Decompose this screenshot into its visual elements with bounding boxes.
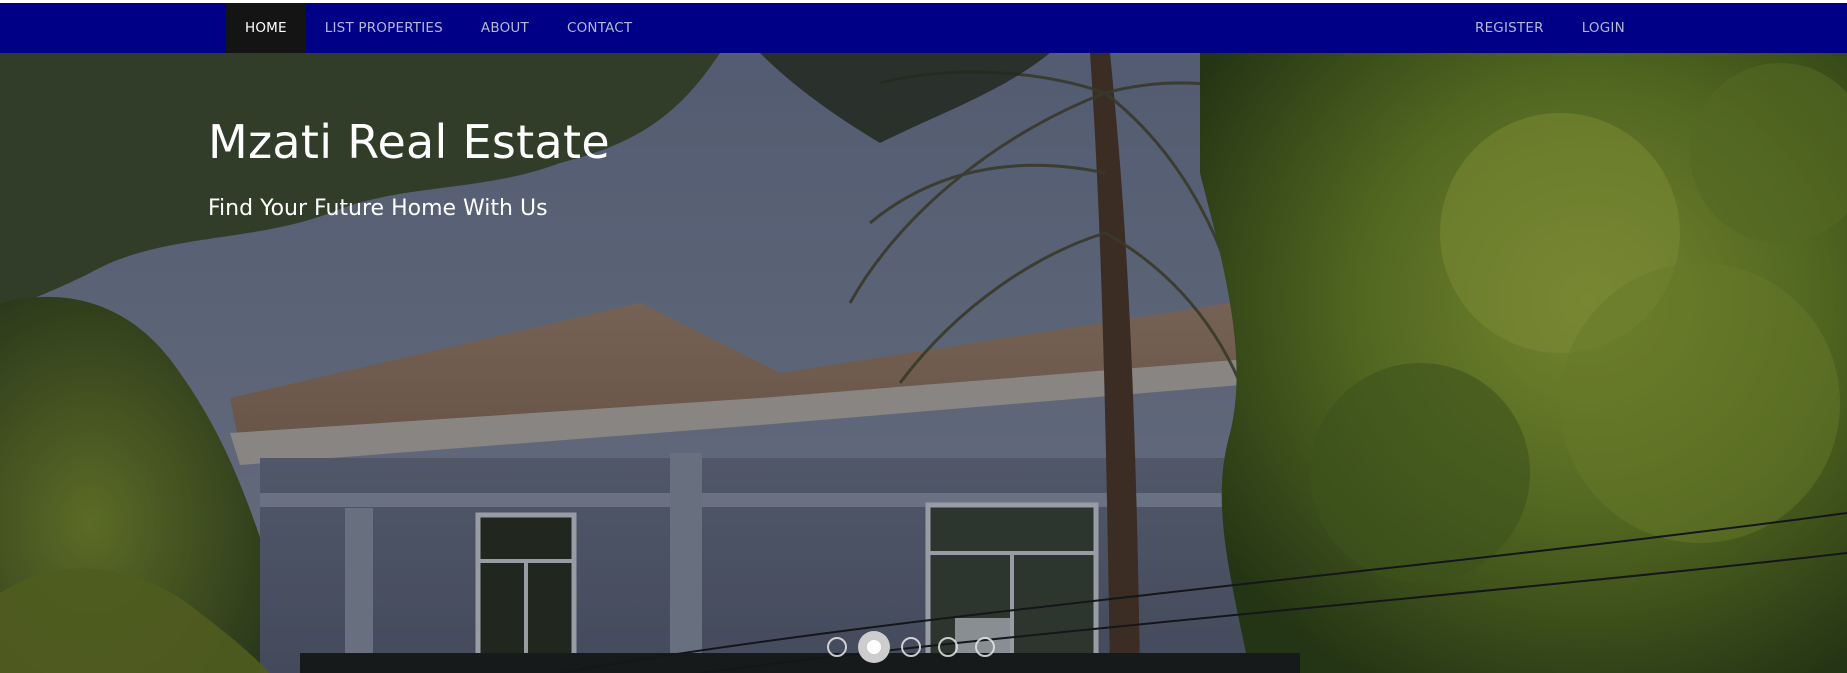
nav-home[interactable]: HOME <box>226 3 306 53</box>
page: HOME LIST PROPERTIES ABOUT CONTACT REGIS… <box>0 0 1847 673</box>
nav-left-group: HOME LIST PROPERTIES ABOUT CONTACT <box>226 3 651 53</box>
nav-contact[interactable]: CONTACT <box>548 3 651 53</box>
hero-title: Mzati Real Estate <box>208 115 610 169</box>
carousel-dot-1[interactable] <box>827 637 847 657</box>
nav-list-properties[interactable]: LIST PROPERTIES <box>306 3 462 53</box>
nav-about[interactable]: ABOUT <box>462 3 548 53</box>
nav-login[interactable]: LOGIN <box>1563 3 1644 53</box>
carousel-dot-5[interactable] <box>975 637 995 657</box>
top-navbar: HOME LIST PROPERTIES ABOUT CONTACT REGIS… <box>0 3 1847 53</box>
hero-subtitle: Find Your Future Home With Us <box>208 196 548 221</box>
carousel-dot-3[interactable] <box>901 637 921 657</box>
nav-right-group: REGISTER LOGIN <box>1456 3 1644 53</box>
carousel-dot-2[interactable] <box>858 631 890 663</box>
carousel-indicators <box>827 631 1012 663</box>
carousel-dot-4[interactable] <box>938 637 958 657</box>
nav-register[interactable]: REGISTER <box>1456 3 1563 53</box>
hero-carousel: Mzati Real Estate Find Your Future Home … <box>0 53 1847 673</box>
